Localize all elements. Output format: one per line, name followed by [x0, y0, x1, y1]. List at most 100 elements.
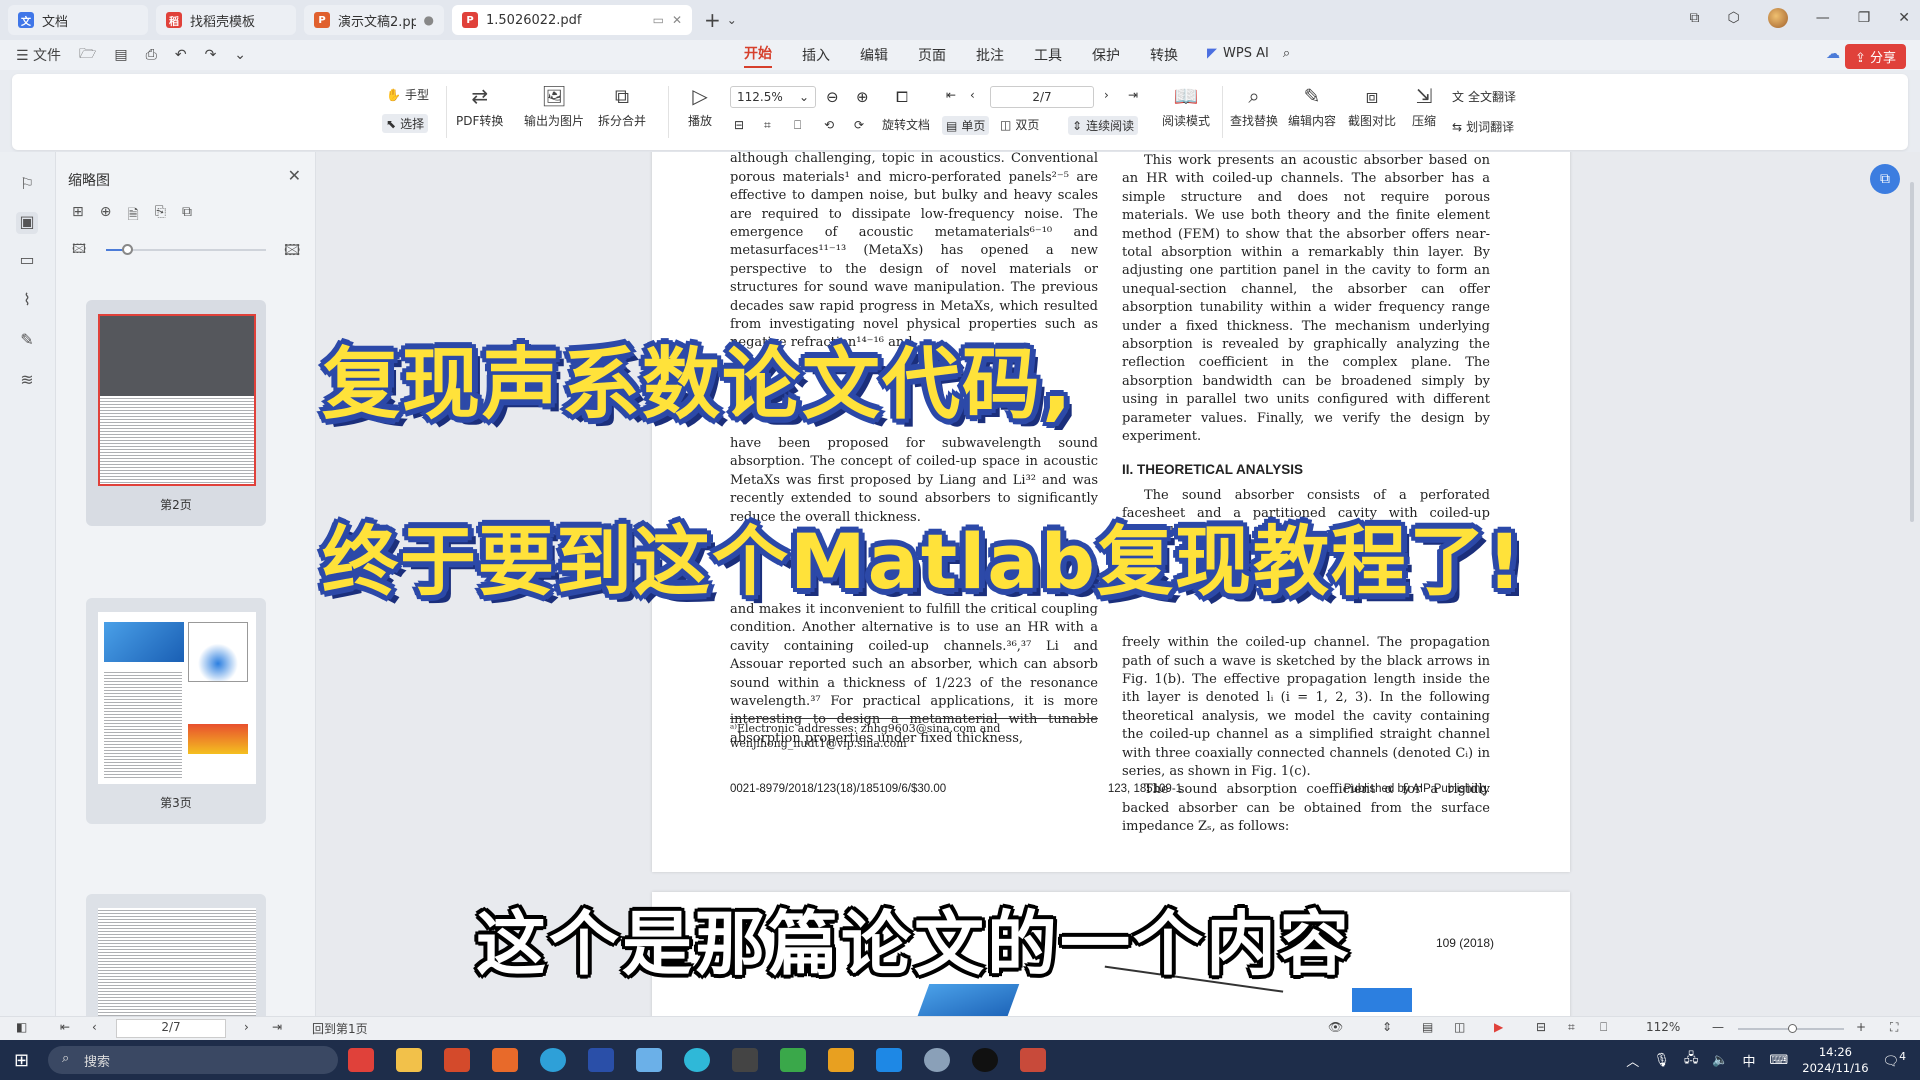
attachment-icon[interactable]: ⌇	[16, 290, 38, 312]
page-input[interactable]: 2/7	[990, 86, 1094, 108]
slider-knob[interactable]	[122, 244, 133, 255]
clock[interactable]: 14:26 2024/11/16	[1802, 1044, 1868, 1076]
first-page-icon[interactable]: ⇤	[60, 1020, 70, 1034]
hand-tool-button[interactable]: ✋ 手型	[386, 86, 429, 103]
double-view-icon[interactable]: ◫	[1454, 1020, 1465, 1034]
bookmark-icon[interactable]: ⚐	[16, 174, 38, 196]
double-page-button[interactable]: ◫ 双页	[1000, 116, 1039, 133]
menu-insert[interactable]: 插入	[802, 45, 830, 65]
prev-page-icon[interactable]: ‹	[92, 1020, 97, 1034]
fullscreen-icon[interactable]: ⛶	[1890, 1020, 1898, 1035]
misc-app-icon[interactable]	[924, 1048, 950, 1072]
zoom-select[interactable]: 112.5% ⌄	[730, 86, 816, 108]
menu-tools[interactable]: 工具	[1034, 45, 1062, 65]
close-panel-icon[interactable]: ✕	[288, 166, 301, 185]
microphone-icon[interactable]: 🎙	[1653, 1053, 1670, 1068]
screen-icon[interactable]: ▭	[653, 13, 664, 27]
file-menu[interactable]: ☰ 文件	[16, 45, 61, 65]
rotate-left-icon[interactable]: ⟲	[824, 118, 834, 132]
replace-page-icon[interactable]: ⧉	[182, 204, 192, 228]
search-app-icon[interactable]	[684, 1048, 710, 1072]
tiktok-app-icon[interactable]	[972, 1048, 998, 1072]
thumbnail-icon[interactable]: ▣	[16, 212, 38, 234]
matlab-app-icon[interactable]	[492, 1048, 518, 1072]
menu-edit[interactable]: 编辑	[860, 45, 888, 65]
single-page-button[interactable]: ▤ 单页	[942, 116, 990, 135]
file-explorer-icon[interactable]	[396, 1048, 422, 1072]
volume-icon[interactable]: 🔈	[1712, 1053, 1728, 1068]
zoom-out-icon[interactable]: ⊖	[826, 88, 839, 106]
tab-list-chevron-icon[interactable]: ⌄	[727, 13, 737, 27]
rotate-doc-button[interactable]: 旋转文档	[882, 116, 930, 133]
export-image-button[interactable]: 🖼 输出为图片	[524, 84, 584, 129]
office-app-icon[interactable]	[444, 1048, 470, 1072]
crop-icon[interactable]: ⌗	[764, 118, 771, 133]
print-icon[interactable]: ⎙	[146, 47, 157, 63]
tab-ppt[interactable]: P 演示文稿2.pptx ●	[304, 5, 444, 35]
select-tool-button[interactable]: ⬉ 选择	[382, 114, 429, 133]
tab-docer[interactable]: 稻 找稻壳模板	[156, 5, 296, 35]
close-window-icon[interactable]: ✕	[1898, 10, 1910, 26]
continuous-view-icon[interactable]: ⇕	[1382, 1020, 1392, 1034]
next-page-icon[interactable]: ›	[1104, 88, 1109, 102]
save-icon[interactable]: ▤	[114, 47, 127, 63]
fit-page-icon[interactable]: ⌗	[1568, 1020, 1575, 1035]
document-scrollbar[interactable]	[1910, 182, 1914, 522]
eye-icon[interactable]: 👁	[1328, 1020, 1343, 1034]
prev-page-icon[interactable]: ‹	[970, 88, 975, 102]
thumbnail-size-slider[interactable]: 🖾 🖾	[72, 240, 302, 260]
undo-icon[interactable]: ↶	[175, 47, 187, 63]
toggle-sidebar-icon[interactable]: ◧	[16, 1020, 27, 1034]
notification-icon[interactable]: 🗨4	[1883, 1050, 1906, 1069]
add-page-icon[interactable]: ⊕	[100, 204, 112, 228]
store-app-icon[interactable]	[588, 1048, 614, 1072]
first-page-icon[interactable]: ⇤	[946, 88, 956, 102]
status-page-input[interactable]: 2/7	[116, 1019, 226, 1038]
redo-icon[interactable]: ↷	[205, 47, 217, 63]
continuous-read-button[interactable]: ⇕ 连续阅读	[1068, 116, 1139, 135]
next-page-icon[interactable]: ›	[244, 1020, 249, 1034]
comment-icon[interactable]: ▭	[16, 250, 38, 272]
menu-home[interactable]: 开始	[744, 43, 772, 68]
ime-mode-icon[interactable]: ⌨	[1770, 1053, 1789, 1068]
capture-app-icon[interactable]	[732, 1048, 758, 1072]
last-page-icon[interactable]: ⇥	[1128, 88, 1138, 102]
menu-protect[interactable]: 保护	[1092, 45, 1120, 65]
share-button[interactable]: ⇪ 分享	[1844, 44, 1906, 69]
zoom-in-icon[interactable]: +	[1856, 1020, 1866, 1034]
edit-content-button[interactable]: ✎ 编辑内容	[1288, 84, 1336, 129]
wps-app-icon[interactable]	[348, 1048, 374, 1072]
signature-icon[interactable]: ✎	[16, 330, 38, 352]
play-slideshow-icon[interactable]: ▶	[1494, 1020, 1503, 1034]
full-translate-button[interactable]: 文全文翻译	[1452, 88, 1516, 105]
find-replace-button[interactable]: ⌕ 查找替换	[1230, 84, 1278, 129]
menu-convert[interactable]: 转换	[1150, 45, 1178, 65]
wechat-app-icon[interactable]	[780, 1048, 806, 1072]
thumbnail-page-2[interactable]: 第2页	[86, 300, 266, 526]
insert-file-icon[interactable]: 🗎	[127, 204, 138, 228]
fit-width-icon[interactable]: ⊟	[734, 118, 744, 132]
thumbnail-page-4[interactable]	[86, 894, 266, 1016]
meeting-app-icon[interactable]	[876, 1048, 902, 1072]
media-app-icon[interactable]	[1020, 1048, 1046, 1072]
frame-icon[interactable]: ⎕	[794, 118, 801, 133]
taskbar-search[interactable]: ⌕ 搜索	[48, 1046, 338, 1074]
windows-start-icon[interactable]: ⊞	[14, 1050, 29, 1071]
layers-icon[interactable]: ≋	[16, 370, 38, 392]
wps-ai-button[interactable]: ◤ WPS AI ⌕	[1207, 46, 1290, 61]
network-icon[interactable]: 🖧	[1684, 1049, 1699, 1071]
fit-page-icon[interactable]: ⧠	[896, 88, 908, 106]
zoom-slider-knob[interactable]	[1788, 1024, 1797, 1033]
pdf-convert-button[interactable]: ⇄ PDF转换	[456, 84, 503, 129]
back-to-first-link[interactable]: 回到第1页	[312, 1020, 368, 1037]
cube-icon[interactable]: ⬡	[1727, 10, 1739, 26]
compress-button[interactable]: ⇲ 压缩	[1412, 84, 1436, 129]
zoom-in-icon[interactable]: ⊕	[856, 88, 869, 106]
minimize-icon[interactable]: —	[1816, 10, 1830, 26]
menu-annotate[interactable]: 批注	[976, 45, 1004, 65]
extract-page-icon[interactable]: ⎘	[155, 204, 166, 228]
rotate-right-icon[interactable]: ⟳	[854, 118, 864, 132]
zoom-slider[interactable]	[1738, 1024, 1844, 1033]
ime-indicator[interactable]: 中	[1743, 1051, 1756, 1070]
read-mode-button[interactable]: 📖 阅读模式	[1162, 84, 1210, 129]
